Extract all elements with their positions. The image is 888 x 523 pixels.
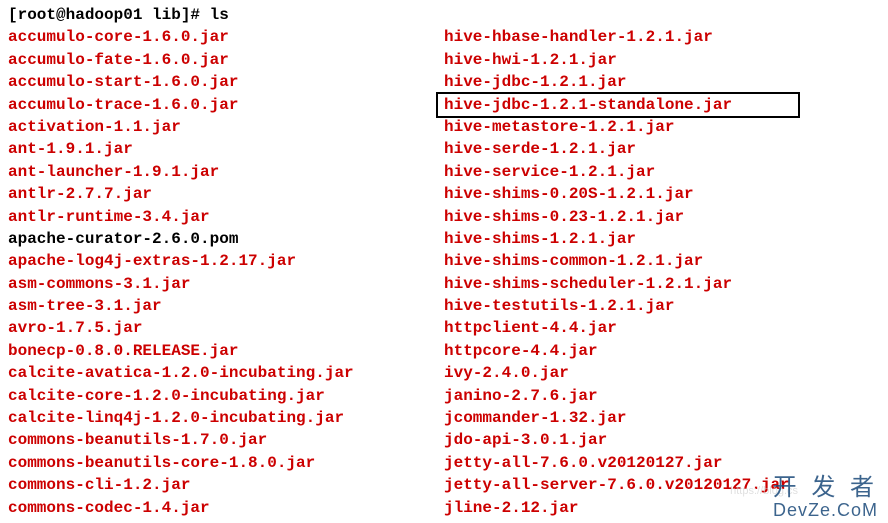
file-entry: bonecp-0.8.0.RELEASE.jar	[8, 340, 444, 362]
file-entry: janino-2.7.6.jar	[444, 385, 880, 407]
file-column-right: hive-hbase-handler-1.2.1.jarhive-hwi-1.2…	[444, 26, 880, 519]
file-entry: asm-commons-3.1.jar	[8, 273, 444, 295]
file-entry: hive-shims-0.23-1.2.1.jar	[444, 206, 880, 228]
file-column-left: accumulo-core-1.6.0.jaraccumulo-fate-1.6…	[8, 26, 444, 519]
file-entry: accumulo-fate-1.6.0.jar	[8, 49, 444, 71]
file-entry: hive-metastore-1.2.1.jar	[444, 116, 880, 138]
file-entry: commons-cli-1.2.jar	[8, 474, 444, 496]
file-entry: jcommander-1.32.jar	[444, 407, 880, 429]
file-entry: antlr-2.7.7.jar	[8, 183, 444, 205]
file-entry: jetty-all-server-7.6.0.v20120127.jar	[444, 474, 880, 496]
file-entry: jetty-all-7.6.0.v20120127.jar	[444, 452, 880, 474]
file-entry: commons-beanutils-1.7.0.jar	[8, 429, 444, 451]
file-entry: hive-hbase-handler-1.2.1.jar	[444, 26, 880, 48]
file-entry: calcite-core-1.2.0-incubating.jar	[8, 385, 444, 407]
file-entry: calcite-linq4j-1.2.0-incubating.jar	[8, 407, 444, 429]
file-entry: hive-shims-common-1.2.1.jar	[444, 250, 880, 272]
file-entry: accumulo-core-1.6.0.jar	[8, 26, 444, 48]
file-entry: antlr-runtime-3.4.jar	[8, 206, 444, 228]
file-entry: ant-launcher-1.9.1.jar	[8, 161, 444, 183]
file-entry: hive-serde-1.2.1.jar	[444, 138, 880, 160]
file-entry: httpcore-4.4.jar	[444, 340, 880, 362]
file-entry: ant-1.9.1.jar	[8, 138, 444, 160]
file-entry: accumulo-trace-1.6.0.jar	[8, 94, 444, 116]
file-entry: asm-tree-3.1.jar	[8, 295, 444, 317]
shell-prompt: [root@hadoop01 lib]# ls	[8, 4, 880, 26]
file-entry: hive-shims-0.20S-1.2.1.jar	[444, 183, 880, 205]
file-entry: commons-codec-1.4.jar	[8, 497, 444, 519]
file-entry: hive-jdbc-1.2.1-standalone.jar	[444, 94, 880, 116]
file-entry: activation-1.1.jar	[8, 116, 444, 138]
file-entry: apache-curator-2.6.0.pom	[8, 228, 444, 250]
file-entry: jdo-api-3.0.1.jar	[444, 429, 880, 451]
file-entry: httpclient-4.4.jar	[444, 317, 880, 339]
file-listing: accumulo-core-1.6.0.jaraccumulo-fate-1.6…	[8, 26, 880, 519]
file-entry: accumulo-start-1.6.0.jar	[8, 71, 444, 93]
file-entry: hive-hwi-1.2.1.jar	[444, 49, 880, 71]
file-entry: avro-1.7.5.jar	[8, 317, 444, 339]
file-entry: ivy-2.4.0.jar	[444, 362, 880, 384]
file-entry: hive-shims-1.2.1.jar	[444, 228, 880, 250]
highlight-box	[436, 92, 800, 118]
file-entry: apache-log4j-extras-1.2.17.jar	[8, 250, 444, 272]
file-entry: hive-shims-scheduler-1.2.1.jar	[444, 273, 880, 295]
file-entry: hive-jdbc-1.2.1.jar	[444, 71, 880, 93]
file-entry: commons-beanutils-core-1.8.0.jar	[8, 452, 444, 474]
file-entry: calcite-avatica-1.2.0-incubating.jar	[8, 362, 444, 384]
file-entry: jline-2.12.jar	[444, 497, 880, 519]
file-entry: hive-service-1.2.1.jar	[444, 161, 880, 183]
file-entry: hive-testutils-1.2.1.jar	[444, 295, 880, 317]
